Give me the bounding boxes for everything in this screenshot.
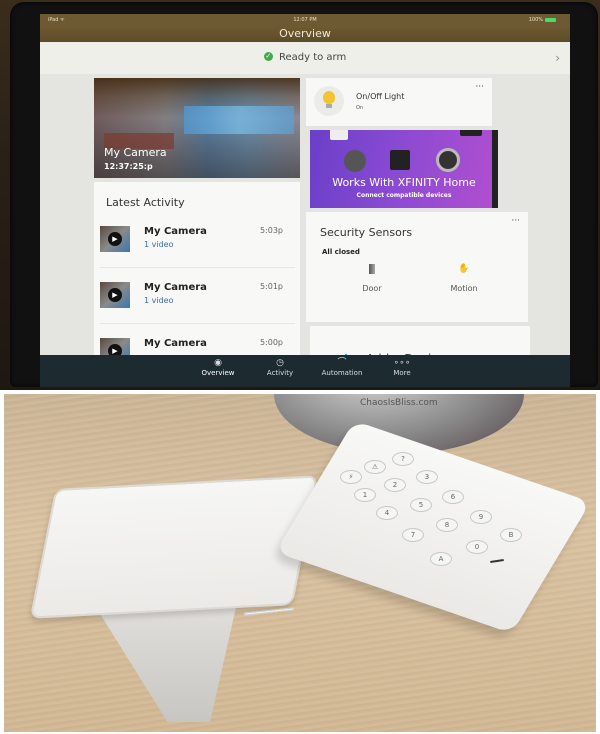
keypad-key: ? <box>392 452 414 466</box>
tab-label: Overview <box>201 369 235 377</box>
latest-activity-card: Latest Activity ▶ My Camera 1 video 5:03… <box>94 182 300 372</box>
nav-bar: Overview <box>40 26 570 42</box>
activity-video-link[interactable]: 1 video <box>144 240 173 249</box>
keypad-body <box>275 420 591 634</box>
camera-timestamp: 12:37:25:p <box>104 162 153 171</box>
sensors-title: Security Sensors <box>320 226 413 239</box>
tab-label: More <box>393 369 411 377</box>
activity-time: 5:00p <box>259 338 283 347</box>
composite-photo: iPad ᯤ 12:07 PM 100% Overview ✓ Ready to… <box>0 0 600 734</box>
tab-more[interactable]: ∘∘∘ More <box>372 357 432 377</box>
chevron-right-icon[interactable]: › <box>555 42 560 74</box>
play-icon: ▶ <box>108 288 122 302</box>
tab-activity[interactable]: ◷ Activity <box>250 357 310 377</box>
clock-icon: ◷ <box>276 358 284 368</box>
keypad-key: 7 <box>402 528 424 542</box>
battery-percent: 100% <box>528 17 543 23</box>
security-keypad: ⚡ ⚠ ? 1 2 3 4 5 6 7 8 9 A 0 B <box>275 420 591 642</box>
keypad-key: 6 <box>442 490 464 504</box>
speaker-device-icon <box>344 150 366 172</box>
promo-title: Works With XFINITY Home <box>332 176 476 189</box>
keypad-key: 9 <box>470 510 492 524</box>
keypad-key: ⚡ <box>340 470 362 484</box>
touchscreen-hub <box>29 475 319 722</box>
motion-hand-icon: ✋ <box>458 264 470 274</box>
keypad-key: 5 <box>410 498 432 512</box>
thermostat-device-icon <box>436 148 460 172</box>
status-bar: iPad ᯤ 12:07 PM 100% <box>40 14 570 26</box>
activity-name: My Camera <box>144 338 207 349</box>
tab-bar: ◉ Overview ◷ Activity ⌒ Automation ∘∘∘ M… <box>40 355 570 387</box>
keypad-key: 2 <box>384 478 406 492</box>
sensor-door[interactable]: Door <box>342 264 402 293</box>
light-status: On <box>356 105 364 111</box>
battery-indicator: 100% <box>529 17 556 23</box>
ipad-photo: iPad ᯤ 12:07 PM 100% Overview ✓ Ready to… <box>0 0 600 390</box>
more-dots-icon: ∘∘∘ <box>393 358 411 368</box>
keypad-key: A <box>430 552 452 566</box>
activity-time: 5:01p <box>259 282 283 291</box>
keypad-key: 4 <box>376 506 398 520</box>
status-clock: 12:07 PM <box>293 17 317 23</box>
sensors-status: All closed <box>322 248 360 256</box>
activity-name: My Camera <box>144 226 207 237</box>
more-options-icon[interactable]: ··· <box>511 216 520 226</box>
sensor-label: Motion <box>450 284 478 293</box>
tab-automation[interactable]: ⌒ Automation <box>312 357 372 377</box>
activity-video-link[interactable]: 1 video <box>144 296 173 305</box>
app-screen: iPad ᯤ 12:07 PM 100% Overview ✓ Ready to… <box>40 14 570 387</box>
battery-icon <box>545 17 556 22</box>
activity-item[interactable]: ▶ My Camera 1 video 5:03p <box>100 218 295 268</box>
arm-status-label: Ready to arm <box>278 52 347 63</box>
keypad-key: B <box>500 528 522 542</box>
sensor-label: Door <box>362 284 382 293</box>
camera-feed-image <box>184 106 294 134</box>
hardware-photo: ChaosIsBliss.com ⚡ ⚠ ? 1 2 3 4 5 6 7 8 9… <box>4 394 596 732</box>
device-icon <box>460 130 482 136</box>
eye-icon: ◉ <box>214 358 222 368</box>
page-title: Overview <box>279 27 331 40</box>
switch-device-icon <box>390 150 410 170</box>
sensor-motion[interactable]: ✋ Motion <box>434 264 494 293</box>
keypad-key: 1 <box>354 488 376 502</box>
activity-time: 5:03p <box>259 226 283 235</box>
security-sensors-card[interactable]: Security Sensors ··· All closed Door ✋ M… <box>306 212 528 322</box>
tab-label: Activity <box>266 369 294 377</box>
video-thumbnail[interactable]: ▶ <box>100 226 130 252</box>
camera-device-icon <box>330 130 348 140</box>
activity-name: My Camera <box>144 282 207 293</box>
tab-label: Automation <box>321 369 363 377</box>
keypad-key: ⚠ <box>364 460 386 474</box>
automation-icon: ⌒ <box>337 358 347 368</box>
keypad-key: 8 <box>436 518 458 532</box>
arm-status-banner[interactable]: ✓ Ready to arm › <box>40 42 570 74</box>
watermark: ChaosIsBliss.com <box>360 398 438 408</box>
lightbulb-base <box>326 104 332 108</box>
lightbulb-icon <box>323 91 335 104</box>
light-card[interactable]: On/Off Light On ··· <box>306 78 492 126</box>
works-with-promo-card[interactable]: Works With XFINITY Home Connect compatib… <box>310 130 498 208</box>
card-edge <box>492 130 498 208</box>
light-name: On/Off Light <box>356 92 405 101</box>
activity-item[interactable]: ▶ My Camera 1 video 5:01p <box>100 274 295 324</box>
light-toggle[interactable] <box>314 86 344 116</box>
camera-card[interactable]: My Camera 12:37:25:p <box>94 78 300 178</box>
tab-overview[interactable]: ◉ Overview <box>188 357 248 377</box>
keypad-key: 0 <box>466 540 488 554</box>
latest-activity-title: Latest Activity <box>106 196 185 209</box>
hub-slot <box>243 607 295 616</box>
check-circle-icon: ✓ <box>263 51 273 61</box>
keypad-key: 3 <box>416 470 438 484</box>
promo-subtitle: Connect compatible devices <box>356 192 452 199</box>
hub-top-panel <box>29 475 319 619</box>
more-options-icon[interactable]: ··· <box>475 82 484 92</box>
door-icon <box>369 264 375 274</box>
play-icon: ▶ <box>108 232 122 246</box>
camera-name: My Camera <box>104 146 167 159</box>
video-thumbnail[interactable]: ▶ <box>100 282 130 308</box>
